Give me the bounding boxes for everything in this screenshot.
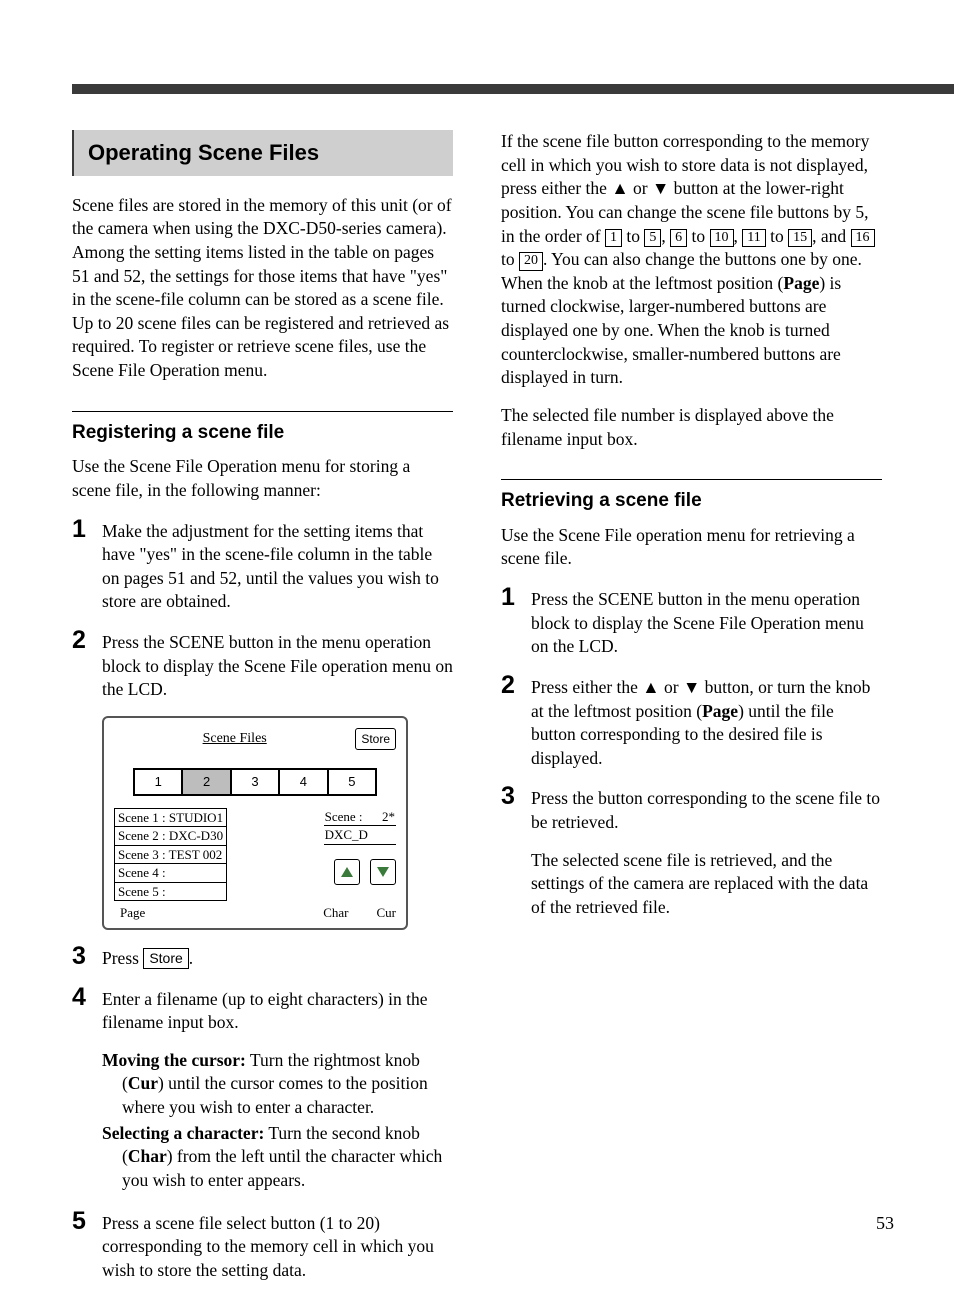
- scene-indicator: Scene : 2*: [324, 808, 396, 827]
- reg-step-5: Press a scene file select button (1 to 2…: [102, 1209, 453, 1283]
- btn-5: 5: [644, 229, 661, 248]
- intro-paragraph: Scene files are stored in the memory of …: [72, 194, 453, 383]
- scene-row-5: Scene 5 :: [114, 882, 227, 902]
- btn-10: 10: [710, 229, 734, 248]
- reg-step-3: Press Store.: [102, 944, 453, 971]
- step-number-3: 3: [72, 944, 102, 971]
- triangle-up-icon: [341, 867, 353, 877]
- ret-step-3: Press the button corresponding to the sc…: [531, 787, 882, 834]
- up-arrow-button[interactable]: [334, 859, 360, 885]
- btn-16: 16: [851, 229, 875, 248]
- page-knob-label: Page: [120, 904, 145, 922]
- scene-row-2: Scene 2 : DXC-D30: [114, 826, 227, 846]
- store-button[interactable]: Store: [355, 728, 396, 750]
- reg-step-2: Press the SCENE button in the menu opera…: [102, 628, 453, 702]
- ret-step-number-3: 3: [501, 784, 531, 933]
- header-rule: [72, 84, 954, 94]
- btn-15: 15: [788, 229, 812, 248]
- step-number-4: 4: [72, 985, 102, 1195]
- char-knob-label: Char: [323, 904, 348, 922]
- scene-tab-3[interactable]: 3: [232, 770, 280, 794]
- triangle-down-icon: [377, 867, 389, 877]
- reg-step-1: Make the adjustment for the setting item…: [102, 517, 453, 615]
- scene-tab-2[interactable]: 2: [183, 770, 231, 794]
- right-para-1: If the scene file button corresponding t…: [501, 130, 882, 390]
- filename-input[interactable]: DXC_D: [324, 826, 396, 845]
- registering-lead: Use the Scene File Operation menu for st…: [72, 455, 453, 502]
- step-4-notes: Moving the cursor: Turn the rightmost kn…: [102, 1049, 453, 1193]
- scene-tab-5[interactable]: 5: [329, 770, 375, 794]
- ret-step-number-2: 2: [501, 673, 531, 771]
- right-column: If the scene file button corresponding t…: [501, 130, 882, 1296]
- scene-row-3: Scene 3 : TEST 002: [114, 845, 227, 865]
- section-title: Operating Scene Files: [72, 130, 453, 176]
- btn-11: 11: [742, 229, 765, 248]
- scene-tab-1[interactable]: 1: [135, 770, 183, 794]
- ret-step-2: Press either the ▲ or ▼ button, or turn …: [531, 673, 882, 771]
- down-arrow-button[interactable]: [370, 859, 396, 885]
- btn-1: 1: [605, 229, 622, 248]
- ret-step-1: Press the SCENE button in the menu opera…: [531, 585, 882, 659]
- panel-title: Scene Files: [114, 730, 355, 749]
- step-number-2: 2: [72, 628, 102, 702]
- scene-row-1: Scene 1 : STUDIO1: [114, 808, 227, 828]
- step-number-1: 1: [72, 517, 102, 615]
- retrieving-lead: Use the Scene File operation menu for re…: [501, 524, 882, 571]
- scene-tab-4[interactable]: 4: [280, 770, 328, 794]
- btn-20: 20: [519, 252, 543, 271]
- reg-step-4: Enter a filename (up to eight characters…: [102, 988, 453, 1035]
- scene-tabs: 1 2 3 4 5: [133, 768, 377, 796]
- scene-row-4: Scene 4 :: [114, 863, 227, 883]
- store-inline-label: Store: [143, 948, 188, 969]
- registering-heading: Registering a scene file: [72, 411, 453, 446]
- step-number-5: 5: [72, 1209, 102, 1283]
- lcd-panel-illustration: Scene Files Store 1 2 3 4 5 Scene 1 : ST…: [102, 716, 408, 930]
- right-para-2: The selected file number is displayed ab…: [501, 404, 882, 451]
- retrieving-heading: Retrieving a scene file: [501, 479, 882, 514]
- ret-step-number-1: 1: [501, 585, 531, 659]
- left-column: Operating Scene Files Scene files are st…: [72, 130, 453, 1296]
- page-number: 53: [876, 1213, 894, 1234]
- btn-6: 6: [670, 229, 687, 248]
- cur-knob-label: Cur: [377, 904, 397, 922]
- scene-list: Scene 1 : STUDIO1 Scene 2 : DXC-D30 Scen…: [114, 808, 227, 901]
- ret-tail: The selected scene file is retrieved, an…: [531, 849, 882, 920]
